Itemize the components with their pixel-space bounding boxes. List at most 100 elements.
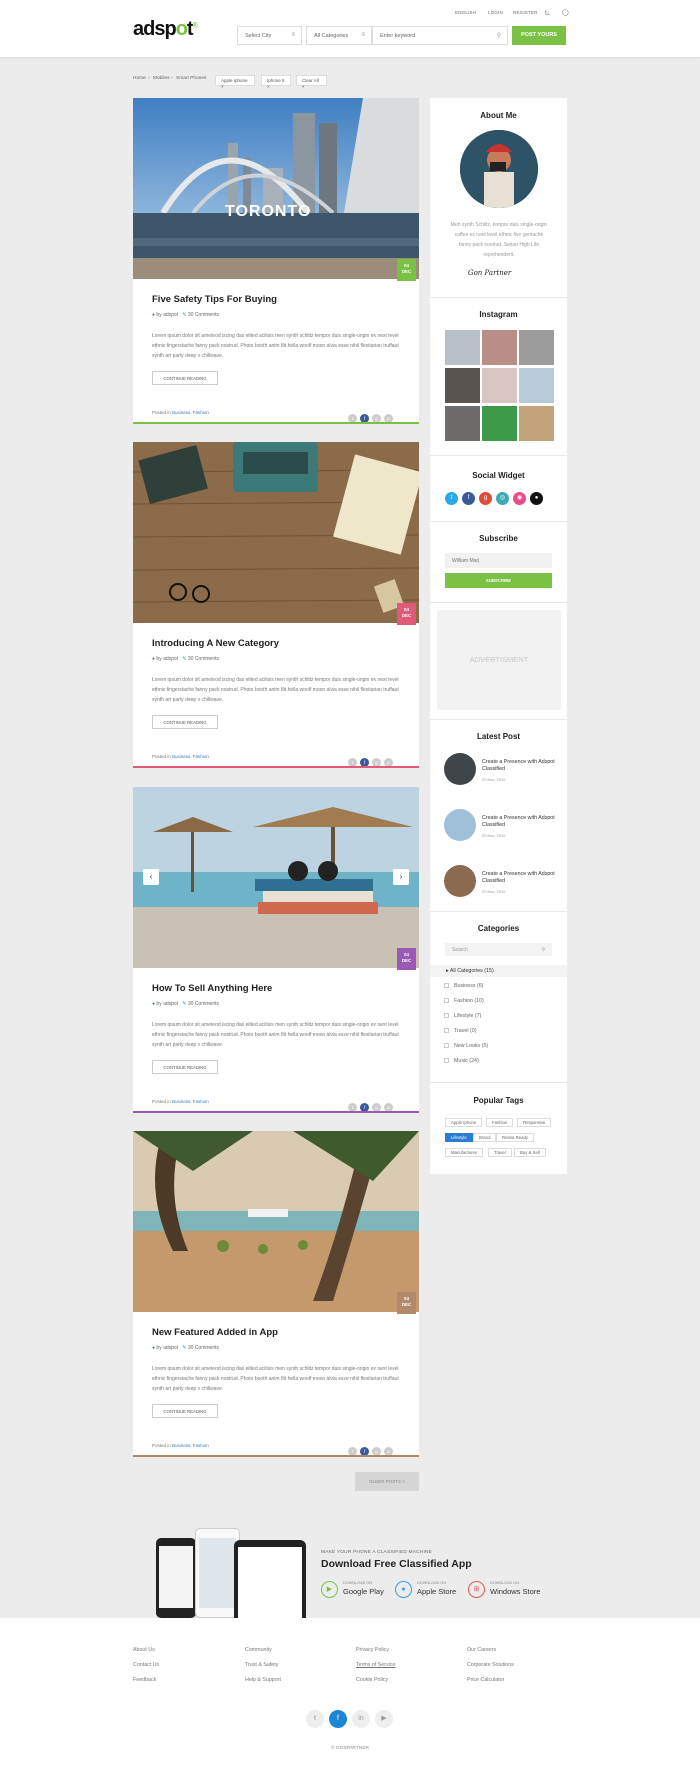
facebook-icon[interactable]: f — [462, 492, 475, 505]
tag-chip[interactable]: Manufactures — [445, 1148, 484, 1157]
twitter-icon[interactable]: t — [306, 1710, 324, 1728]
instagram-photo[interactable] — [445, 406, 480, 441]
category-select[interactable]: All Categories ≡ — [306, 26, 372, 45]
language-link[interactable]: ENGLISH — [455, 10, 476, 15]
apple-store-button[interactable]: ● DOWNLOAD ON Apple Store — [395, 1580, 465, 1600]
filter-chip[interactable]: Iphone 6 × — [261, 75, 291, 89]
post-comments[interactable]: 30 Comments — [188, 656, 219, 662]
post-comments[interactable]: 30 Comments — [188, 312, 219, 318]
post-title[interactable]: Five Safety Tips For Buying — [152, 294, 277, 305]
facebook-icon[interactable]: f — [329, 1710, 347, 1728]
post-categories[interactable]: Business, Fashion — [172, 754, 209, 759]
linkedin-icon[interactable]: in — [352, 1710, 370, 1728]
advertisement-slot[interactable]: ADVERTISMENT — [437, 610, 561, 710]
checkbox[interactable] — [444, 1028, 449, 1033]
post-yours-button[interactable]: POST YOURS — [512, 26, 566, 45]
checkbox[interactable] — [444, 1043, 449, 1048]
breadcrumb-mobiles[interactable]: Mobiles — [153, 76, 170, 81]
continue-reading-button[interactable]: CONTINUE READING — [152, 715, 218, 729]
footer-link[interactable]: Our Careers — [467, 1647, 496, 1653]
continue-reading-button[interactable]: CONTINUE READING — [152, 1404, 218, 1418]
category-search-input[interactable]: Search ⚲ — [445, 943, 552, 956]
subscribe-email-input[interactable]: William Marj — [445, 553, 552, 568]
checkbox[interactable] — [444, 1058, 449, 1063]
instagram-photo[interactable] — [482, 330, 517, 365]
post-image[interactable] — [133, 1131, 419, 1312]
post-author[interactable]: by adspot — [156, 656, 178, 662]
post-image[interactable]: ‹ › — [133, 787, 419, 968]
breadcrumb-smartphones[interactable]: Smart Phones — [176, 76, 206, 81]
apple-icon[interactable]: ● — [530, 492, 543, 505]
instagram-icon[interactable]: ◎ — [496, 492, 509, 505]
google-play-button[interactable]: ▶ DOWNLOAD ON Google Play — [321, 1580, 391, 1600]
post-title[interactable]: Introducing A New Category — [152, 638, 279, 649]
filter-chip[interactable]: Apple Iphone × — [215, 75, 255, 89]
tag-chip[interactable]: Responsive — [517, 1118, 552, 1127]
footer-link[interactable]: Cookie Policy — [356, 1677, 388, 1683]
category-item[interactable]: New Looks (5) — [444, 1043, 488, 1049]
tag-chip[interactable]: Buy & Sell — [514, 1148, 546, 1157]
register-link[interactable]: REGISTER — [513, 10, 538, 15]
latest-post-link[interactable]: Create a Presence with Adspot Classified — [482, 815, 557, 829]
footer-link[interactable]: Terms of Service — [356, 1662, 395, 1668]
post-title[interactable]: How To Sell Anything Here — [152, 983, 272, 994]
post-author[interactable]: by adspot — [156, 1001, 178, 1007]
checkbox[interactable] — [444, 983, 449, 988]
post-author[interactable]: by adspot — [156, 312, 178, 318]
footer-link[interactable]: Feedback — [133, 1677, 156, 1683]
instagram-photo[interactable] — [445, 368, 480, 403]
checkbox[interactable] — [444, 998, 449, 1003]
post-image[interactable]: TORONTO — [133, 98, 419, 279]
latest-post-link[interactable]: Create a Presence with Adspot Classified — [482, 759, 557, 773]
latest-post-link[interactable]: Create a Presence with Adspot Classified — [482, 871, 557, 885]
category-item[interactable]: Lifestyle (7) — [444, 1013, 481, 1019]
youtube-icon[interactable]: ▶ — [375, 1710, 393, 1728]
tag-chip[interactable]: Brand — [473, 1133, 497, 1142]
category-item[interactable]: Music (24) — [444, 1058, 479, 1064]
tag-chip[interactable]: Fashion — [486, 1118, 514, 1127]
keyword-input[interactable]: Enter keyword ⚲ — [372, 26, 508, 45]
older-posts-button[interactable]: OLDER POSTS > — [355, 1472, 419, 1491]
post-image[interactable] — [133, 442, 419, 623]
post-title[interactable]: New Featured Added in App — [152, 1327, 278, 1338]
footer-link[interactable]: Price Calculator — [467, 1677, 504, 1683]
windows-store-button[interactable]: ⊞ DOWNLOAD ON Windows Store — [468, 1580, 553, 1600]
footer-link[interactable]: About Us — [133, 1647, 155, 1653]
user-icon[interactable]: ◯ — [562, 9, 569, 16]
latest-post-thumb[interactable] — [444, 809, 476, 841]
category-item[interactable]: Business (6) — [444, 983, 483, 989]
post-categories[interactable]: Business, Fashion — [172, 1443, 209, 1448]
googleplus-icon[interactable]: g — [479, 492, 492, 505]
login-link[interactable]: LOGIN — [488, 10, 503, 15]
post-comments[interactable]: 30 Comments — [188, 1345, 219, 1351]
tag-chip[interactable]: Apple Iphone — [445, 1118, 483, 1127]
footer-link[interactable]: Help & Support — [245, 1677, 281, 1683]
footer-link[interactable]: Contact Us — [133, 1662, 159, 1668]
instagram-photo[interactable] — [519, 330, 554, 365]
city-select[interactable]: Select City ≡ — [237, 26, 302, 45]
footer-link[interactable]: Privacy Policy — [356, 1647, 389, 1653]
post-categories[interactable]: Business, Fashion — [172, 410, 209, 415]
tag-chip-active[interactable]: Lifestyle — [445, 1133, 473, 1142]
tag-chip[interactable]: Travel — [488, 1148, 512, 1157]
footer-link[interactable]: Corporate Solutions — [467, 1662, 514, 1668]
checkbox[interactable] — [444, 1013, 449, 1018]
instagram-photo[interactable] — [519, 368, 554, 403]
tag-chip[interactable]: Retina Ready — [496, 1133, 535, 1142]
footer-link[interactable]: Community — [245, 1647, 272, 1653]
dribbble-icon[interactable]: ◉ — [513, 492, 526, 505]
latest-post-thumb[interactable] — [444, 753, 476, 785]
search-icon[interactable]: ⚲ — [497, 32, 501, 39]
post-comments[interactable]: 30 Comments — [188, 1001, 219, 1007]
instagram-photo[interactable] — [445, 330, 480, 365]
category-item[interactable]: Fashion (10) — [444, 998, 484, 1004]
continue-reading-button[interactable]: CONTINUE READING — [152, 1060, 218, 1074]
continue-reading-button[interactable]: CONTINUE READING — [152, 371, 218, 385]
post-author[interactable]: by adspot — [156, 1345, 178, 1351]
subscribe-button[interactable]: SUBSCRIBE — [445, 573, 552, 588]
carousel-next-button[interactable]: › — [393, 869, 409, 885]
site-logo[interactable]: adspot® — [133, 18, 198, 41]
clear-all-chip[interactable]: Clear All × — [296, 75, 327, 89]
category-all[interactable]: ▸ All Categories (15) — [446, 968, 494, 974]
category-item[interactable]: Travel (0) — [444, 1028, 476, 1034]
